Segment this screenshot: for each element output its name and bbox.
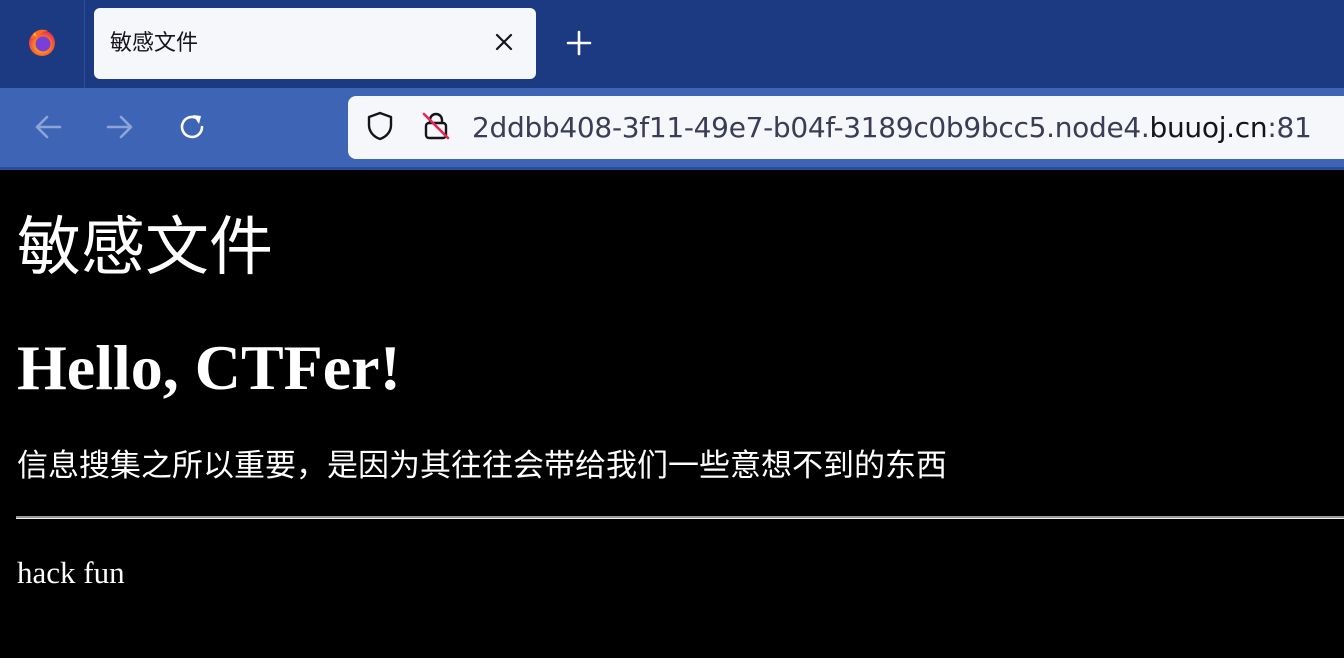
firefox-icon	[26, 26, 58, 63]
tab-close-button[interactable]	[488, 28, 520, 60]
firefox-view-button[interactable]	[0, 0, 85, 88]
intro-paragraph: 信息搜集之所以重要，是因为其往往会带给我们一些意想不到的东西	[17, 448, 947, 483]
back-button[interactable]	[27, 108, 69, 150]
close-icon	[494, 32, 514, 57]
site-info-button[interactable]	[420, 112, 452, 144]
horizontal-rule	[16, 516, 1344, 519]
page-heading: 敏感文件	[17, 212, 273, 283]
url-subdomain: 2ddbb408-3f11-49e7-b04f-3189c0b9bcc5.nod…	[472, 111, 1150, 144]
insecure-lock-icon	[420, 110, 452, 147]
forward-button[interactable]	[99, 108, 141, 150]
tracking-protection-button[interactable]	[364, 110, 396, 147]
reload-icon	[176, 111, 208, 148]
tab-strip: 敏感文件	[0, 0, 1344, 88]
back-arrow-icon	[32, 111, 64, 148]
tab-active[interactable]: 敏感文件	[94, 8, 536, 79]
new-tab-button[interactable]	[558, 24, 600, 66]
forward-arrow-icon	[104, 111, 136, 148]
plus-icon	[566, 30, 592, 61]
url-port: :81	[1267, 111, 1312, 144]
footer-text: hack fun	[17, 555, 125, 590]
address-bar[interactable]: 2ddbb408-3f11-49e7-b04f-3189c0b9bcc5.nod…	[348, 96, 1344, 159]
navigation-toolbar: 2ddbb408-3f11-49e7-b04f-3189c0b9bcc5.nod…	[0, 88, 1344, 168]
tab-title: 敏感文件	[110, 31, 199, 56]
url-text[interactable]: 2ddbb408-3f11-49e7-b04f-3189c0b9bcc5.nod…	[472, 96, 1312, 159]
shield-icon	[364, 110, 396, 147]
url-host: buuoj.cn	[1149, 111, 1268, 144]
page-content: 敏感文件 Hello, CTFer! 信息搜集之所以重要，是因为其往往会带给我们…	[0, 170, 1344, 658]
reload-button[interactable]	[171, 108, 213, 150]
greeting-heading: Hello, CTFer!	[17, 332, 401, 403]
